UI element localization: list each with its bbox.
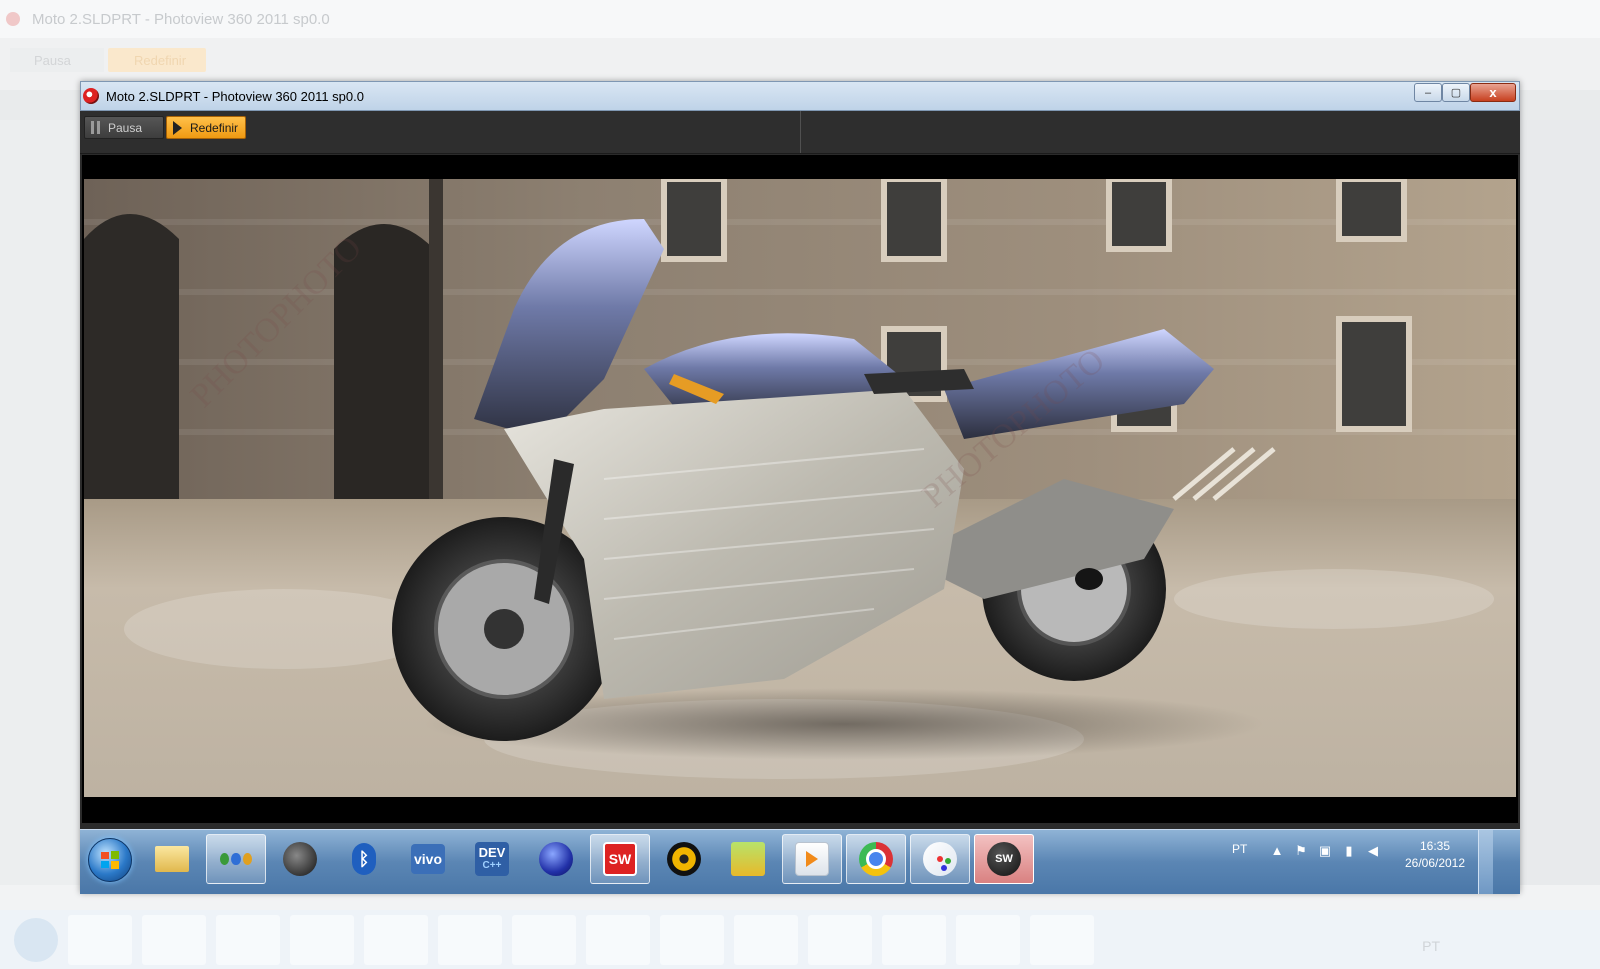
background-taskbar bbox=[0, 910, 1600, 969]
window-title-bar[interactable]: Moto 2.SLDPRT - Photoview 360 2011 sp0.0… bbox=[80, 81, 1520, 111]
taskbar-item-pineapple[interactable] bbox=[718, 834, 778, 884]
network-signal-icon[interactable]: ▮ bbox=[1342, 844, 1356, 858]
background-taskbar-ghost bbox=[68, 914, 132, 965]
background-taskbar-ghost bbox=[734, 914, 798, 965]
close-button[interactable]: x bbox=[1470, 83, 1516, 102]
media-disc-icon bbox=[667, 842, 701, 876]
background-app-icon bbox=[6, 12, 20, 26]
clock-date: 26/06/2012 bbox=[1404, 856, 1466, 870]
taskbar-item-eclipse[interactable] bbox=[526, 834, 586, 884]
device-icon[interactable]: ▣ bbox=[1318, 844, 1332, 858]
photoview-app-icon bbox=[83, 88, 99, 104]
background-side-left bbox=[0, 120, 80, 885]
taskbar-item-chrome[interactable] bbox=[846, 834, 906, 884]
photoview-icon: SW bbox=[987, 842, 1021, 876]
vivo-icon: vivo bbox=[411, 844, 445, 874]
show-hidden-icons-icon[interactable]: ▲ bbox=[1270, 844, 1284, 858]
taskbar-item-paint[interactable] bbox=[910, 834, 970, 884]
background-taskbar-ghost bbox=[956, 914, 1020, 965]
background-taskbar-ghost bbox=[216, 914, 280, 965]
background-taskbar-ghost bbox=[364, 914, 428, 965]
volume-icon[interactable]: ◀ bbox=[1366, 844, 1380, 858]
windows-logo-icon bbox=[101, 851, 119, 869]
media-player-icon bbox=[795, 842, 829, 876]
background-title-bar: Moto 2.SLDPRT - Photoview 360 2011 sp0.0 bbox=[0, 0, 1600, 38]
eclipse-icon bbox=[539, 842, 573, 876]
background-taskbar-ghost bbox=[438, 914, 502, 965]
taskbar-item-media-player[interactable] bbox=[782, 834, 842, 884]
clock-time: 16:35 bbox=[1419, 839, 1451, 853]
reset-button[interactable]: Redefinir bbox=[166, 116, 246, 139]
language-indicator[interactable]: PT bbox=[1232, 842, 1247, 856]
taskbar-item-vivo[interactable]: vivo bbox=[398, 834, 458, 884]
show-desktop-button[interactable] bbox=[1478, 830, 1493, 894]
action-center-flag-icon[interactable]: ⚑ bbox=[1294, 844, 1308, 858]
clock[interactable]: 16:35 26/06/2012 bbox=[1400, 838, 1470, 872]
background-redefinir-button: Redefinir bbox=[108, 48, 206, 72]
pause-label: Pausa bbox=[108, 120, 143, 135]
background-pausa-button: Pausa bbox=[10, 48, 104, 72]
pause-button[interactable]: Pausa bbox=[84, 116, 164, 139]
window-title: Moto 2.SLDPRT - Photoview 360 2011 sp0.0 bbox=[106, 88, 364, 104]
bluetooth-icon: ᛒ bbox=[352, 843, 376, 875]
background-start-orb bbox=[14, 917, 58, 962]
pause-icon bbox=[91, 121, 100, 134]
background-taskbar-ghost bbox=[882, 914, 946, 965]
reset-label: Redefinir bbox=[190, 120, 239, 135]
minimize-button[interactable]: – bbox=[1414, 83, 1442, 102]
background-taskbar-ghost bbox=[1030, 914, 1094, 965]
background-taskbar-ghost bbox=[512, 914, 576, 965]
folder-icon bbox=[155, 846, 189, 872]
dev-cpp-label: DEV bbox=[478, 845, 506, 860]
pineapple-icon bbox=[731, 842, 765, 876]
people-icon bbox=[219, 842, 253, 876]
motorcycle-render-image: PHOTOPHOTO PHOTOPHOTO bbox=[84, 179, 1516, 797]
render-viewport[interactable]: PHOTOPHOTO PHOTOPHOTO bbox=[82, 155, 1518, 823]
background-taskbar-ghost bbox=[808, 914, 872, 965]
background-taskbar-ghost bbox=[586, 914, 650, 965]
taskbar-item-security[interactable] bbox=[270, 834, 330, 884]
photoview-window: Moto 2.SLDPRT - Photoview 360 2011 sp0.0… bbox=[80, 81, 1520, 894]
maximize-button[interactable]: ▢ bbox=[1442, 83, 1470, 102]
taskbar-item-media-disc[interactable] bbox=[654, 834, 714, 884]
background-tray-language: PT bbox=[1422, 938, 1440, 954]
background-taskbar-ghost bbox=[142, 914, 206, 965]
play-icon bbox=[173, 120, 182, 135]
paint-icon bbox=[923, 842, 957, 876]
background-taskbar-ghost bbox=[290, 914, 354, 965]
taskbar-item-explorer[interactable] bbox=[142, 834, 202, 884]
background-title-text: Moto 2.SLDPRT - Photoview 360 2011 sp0.0 bbox=[32, 10, 330, 28]
taskbar-item-bluetooth[interactable]: ᛒ bbox=[334, 834, 394, 884]
security-agent-icon bbox=[283, 842, 317, 876]
dev-cpp-sublabel: C++ bbox=[482, 860, 502, 871]
taskbar-item-solidworks[interactable]: SW bbox=[590, 834, 650, 884]
chrome-icon bbox=[859, 842, 893, 876]
taskbar-item-photoview[interactable]: SW bbox=[974, 834, 1034, 884]
solidworks-icon: SW bbox=[603, 842, 637, 876]
start-button[interactable] bbox=[88, 838, 132, 882]
dev-cpp-icon: DEV C++ bbox=[475, 842, 509, 876]
toolbar-divider bbox=[800, 111, 801, 153]
system-tray: PT ▲ ⚑ ▣ ▮ ◀ 16:35 26/06/2012 bbox=[1228, 830, 1520, 894]
taskbar-item-contacts[interactable] bbox=[206, 834, 266, 884]
background-taskbar-ghost bbox=[660, 914, 724, 965]
taskbar-item-devcpp[interactable]: DEV C++ bbox=[462, 834, 522, 884]
windows-taskbar: ᛒ vivo DEV C++ SW SW PT ▲ ⚑ ▣ ▮ ◀ 16:35 … bbox=[80, 829, 1520, 894]
render-toolbar: Pausa Redefinir bbox=[80, 111, 1520, 154]
